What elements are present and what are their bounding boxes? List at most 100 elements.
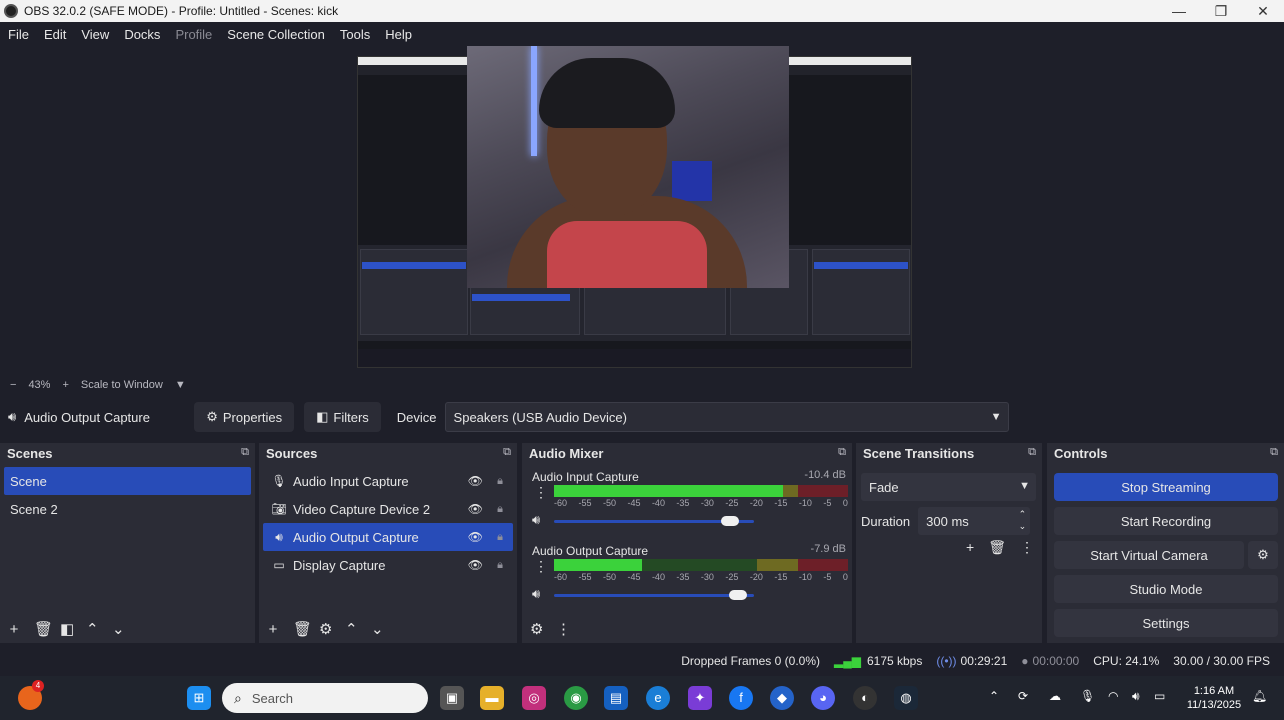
meter-tick-label: -15 [774,572,788,582]
filters-button[interactable]: ◧ Filters [304,402,381,432]
menu-docks[interactable]: Docks [124,27,160,42]
device-select[interactable]: Speakers (USB Audio Device) ▼ [444,402,1009,432]
microphone-icon[interactable]: 🎙︎ [1080,689,1095,703]
scene-filters-icon[interactable]: ◧ [60,620,74,638]
task-view-icon[interactable]: ▣ [440,686,464,710]
instagram-icon[interactable]: ◎ [522,686,546,710]
start-virtual-camera-button[interactable]: Start Virtual Camera [1054,541,1244,569]
source-item[interactable]: 🎙︎ Audio Input Capture 👁︎ 🔒︎ [263,467,513,495]
virtual-camera-gear-icon[interactable]: ⚙ [1248,541,1278,569]
cloud-icon[interactable]: ☁ [1049,689,1061,703]
taskbar-clock[interactable]: 1:16 AM 11/13/2025 [1182,684,1246,712]
chrome-icon[interactable]: ◉ [564,686,588,710]
add-transition-icon[interactable]: + [966,539,974,556]
app-icon[interactable]: ◆ [770,686,794,710]
undock-icon[interactable]: ⧉ [1270,446,1278,459]
move-down-icon[interactable]: ⌄ [112,620,125,638]
add-scene-icon[interactable]: + [8,621,20,638]
meter-tick-label: -60 [554,572,568,582]
close-button[interactable]: ✕ [1242,0,1284,22]
visibility-eye-icon[interactable]: 👁︎ [468,558,483,572]
maximize-button[interactable]: ❐ [1200,0,1242,22]
undock-icon[interactable]: ⧉ [503,446,511,459]
undock-icon[interactable]: ⧉ [838,446,846,459]
minimize-button[interactable]: — [1158,0,1200,22]
battery-icon[interactable]: ▭ [1154,689,1165,703]
volume-slider[interactable] [554,516,754,526]
mixer-menu-icon[interactable]: ⋮ [556,620,571,638]
source-properties-gear-icon[interactable]: ⚙ [319,620,332,638]
duration-spinbox[interactable]: 300 ms ⌃ ⌄ [918,507,1031,535]
visibility-eye-icon[interactable]: 👁︎ [468,530,483,544]
transition-select[interactable]: Fade ▼ [861,473,1036,501]
studio-mode-button[interactable]: Studio Mode [1054,575,1278,603]
volume-slider-thumb[interactable] [721,516,739,526]
add-source-icon[interactable]: + [267,621,279,638]
lock-icon[interactable]: 🔒︎ [497,475,503,488]
scale-mode[interactable]: Scale to Window [81,379,163,391]
zoom-out-button[interactable]: − [10,379,16,391]
edge-icon[interactable]: e [646,686,670,710]
source-item[interactable]: 📷︎ Video Capture Device 2 👁︎ 🔒︎ [263,495,513,523]
sync-icon[interactable]: ⟳ [1018,689,1028,703]
source-item[interactable]: 🔊︎ Audio Output Capture 👁︎ 🔒︎ [263,523,513,551]
undock-icon[interactable]: ⧉ [1028,446,1036,459]
volume-slider[interactable] [554,590,754,600]
notification-bell-icon[interactable]: 🔔︎ [1252,689,1267,703]
zoom-in-button[interactable]: + [62,379,68,391]
chevron-down-icon[interactable]: ▼ [175,379,186,391]
lock-icon[interactable]: 🔒︎ [497,531,503,544]
source-item[interactable]: ▭ Display Capture 👁︎ 🔒︎ [263,551,513,579]
visibility-eye-icon[interactable]: 👁︎ [468,502,483,516]
delete-source-icon[interactable]: 🗑︎ [293,620,312,638]
facebook-icon[interactable]: f [729,686,753,710]
volume-meter [554,559,848,571]
delete-transition-icon[interactable]: 🗑︎ [988,539,1006,556]
taskbar-search[interactable]: ⌕ Search [222,683,428,713]
undock-icon[interactable]: ⧉ [241,446,249,459]
channel-menu-icon[interactable]: ⋮ [534,484,548,501]
advanced-audio-gear-icon[interactable]: ⚙ [530,620,543,638]
menu-profile[interactable]: Profile [175,27,212,42]
chevron-up-icon[interactable]: ⌃ [989,689,999,703]
steam-icon[interactable]: ◍ [894,686,918,710]
browser-fox-icon[interactable]: 4 [18,680,44,710]
background-monitor [672,161,712,201]
menu-file[interactable]: File [8,27,29,42]
windows-start-icon[interactable]: ⊞ [187,686,211,710]
speaker-icon[interactable]: 🔊︎ [532,512,540,528]
move-up-icon[interactable]: ⌃ [345,620,358,638]
start-recording-button[interactable]: Start Recording [1054,507,1278,535]
volume-icon[interactable]: 🔊︎ [1132,689,1140,704]
discord-icon[interactable]: ◕ [811,686,835,710]
menu-view[interactable]: View [81,27,109,42]
copilot-icon[interactable]: ✦ [688,686,712,710]
settings-button[interactable]: Settings [1054,609,1278,637]
menu-scene-collection[interactable]: Scene Collection [227,27,325,42]
file-explorer-icon[interactable]: ▬ [480,686,504,710]
wifi-icon[interactable]: ◠ [1108,689,1118,703]
preview-area[interactable] [0,46,1284,376]
device-value: Speakers (USB Audio Device) [453,409,627,425]
menu-edit[interactable]: Edit [44,27,66,42]
transition-menu-icon[interactable]: ⋮ [1020,539,1034,556]
menu-help[interactable]: Help [385,27,412,42]
speaker-icon[interactable]: 🔊︎ [532,586,540,602]
lock-icon[interactable]: 🔒︎ [497,503,503,516]
properties-button[interactable]: ⚙ Properties [194,402,295,432]
stop-streaming-button[interactable]: Stop Streaming [1054,473,1278,501]
menu-tools[interactable]: Tools [340,27,370,42]
channel-db: -10.4 dB [804,469,846,481]
lock-icon[interactable]: 🔒︎ [497,559,503,572]
channel-menu-icon[interactable]: ⋮ [534,558,548,575]
move-up-icon[interactable]: ⌃ [86,620,99,638]
visibility-eye-icon[interactable]: 👁︎ [468,474,483,488]
spin-arrows-icon[interactable]: ⌃ ⌄ [1019,508,1027,532]
delete-scene-icon[interactable]: 🗑︎ [34,620,53,638]
move-down-icon[interactable]: ⌄ [371,620,384,638]
volume-slider-thumb[interactable] [729,590,747,600]
scene-item[interactable]: Scene [4,467,251,495]
obs-taskbar-icon[interactable]: ◐ [853,686,877,710]
scene-item[interactable]: Scene 2 [4,495,251,523]
store-icon[interactable]: ▤ [604,686,628,710]
